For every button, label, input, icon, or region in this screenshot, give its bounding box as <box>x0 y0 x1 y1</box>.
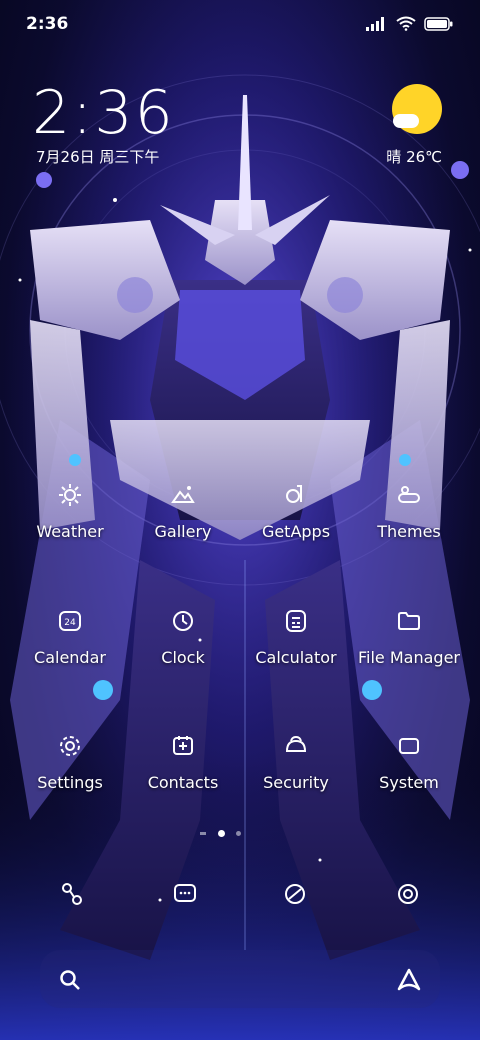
app-calculator[interactable]: Calculator <box>241 608 351 667</box>
weather-label: 晴 26℃ <box>386 148 442 166</box>
app-label: Themes <box>377 522 441 541</box>
security-icon <box>285 735 307 752</box>
page-indicator[interactable] <box>196 828 256 840</box>
assistant-icon[interactable] <box>396 967 422 993</box>
app-label: File Manager <box>358 648 460 667</box>
app-label: Gallery <box>154 522 212 541</box>
themes-icon <box>398 486 420 503</box>
contacts-icon <box>173 736 193 755</box>
camera-icon <box>398 884 418 904</box>
app-calendar[interactable]: 24 Calendar <box>15 608 125 667</box>
wifi-icon <box>396 16 416 31</box>
calculator-icon <box>286 610 306 632</box>
app-label: Calendar <box>34 648 106 667</box>
app-themes[interactable]: Themes <box>354 482 464 541</box>
page-dot <box>200 832 206 835</box>
calendar-badge: 24 <box>64 618 76 628</box>
calendar-icon: 24 <box>59 611 81 631</box>
dock-browser[interactable] <box>275 874 315 914</box>
weather-icon <box>59 484 81 506</box>
folder-icon <box>398 612 420 630</box>
messages-icon <box>174 884 196 902</box>
phone-icon <box>62 883 82 905</box>
gallery-icon <box>171 486 195 503</box>
app-label: Contacts <box>147 773 219 792</box>
date-label: 7月26日 周三下午 <box>36 148 160 166</box>
search-dock[interactable] <box>40 950 440 1008</box>
dock-messages[interactable] <box>165 874 205 914</box>
app-system[interactable]: System <box>354 733 464 792</box>
browser-icon <box>285 884 305 904</box>
app-label: System <box>379 773 439 792</box>
page-dot <box>236 831 241 836</box>
app-label: Security <box>263 773 329 792</box>
dock-phone[interactable] <box>52 874 92 914</box>
battery-icon <box>424 16 453 31</box>
app-getapps[interactable]: GetApps <box>241 482 351 541</box>
signal-icon <box>366 16 384 31</box>
dock-camera[interactable] <box>388 874 428 914</box>
getapps-icon <box>286 485 302 503</box>
status-bar: 2:36 <box>0 0 480 50</box>
cloud-shape <box>393 114 419 128</box>
gear-icon <box>60 736 80 756</box>
status-time: 2:36 <box>26 14 69 34</box>
app-clock[interactable]: Clock <box>128 608 238 667</box>
app-contacts[interactable]: Contacts <box>128 733 238 792</box>
clock-icon <box>173 611 193 631</box>
system-icon <box>399 738 419 754</box>
app-label: Calculator <box>255 648 337 667</box>
app-label: Clock <box>161 648 205 667</box>
page-dot-active <box>218 830 225 837</box>
app-gallery[interactable]: Gallery <box>128 482 238 541</box>
app-label: GetApps <box>261 522 331 541</box>
app-weather[interactable]: Weather <box>15 482 125 541</box>
clock-widget-time[interactable]: 2:36 <box>32 78 175 148</box>
app-label: Weather <box>36 522 104 541</box>
app-settings[interactable]: Settings <box>15 733 125 792</box>
app-label: Settings <box>37 773 103 792</box>
app-file-manager[interactable]: File Manager <box>354 608 464 667</box>
system-icons <box>366 16 454 31</box>
search-icon[interactable] <box>58 968 82 992</box>
app-security[interactable]: Security <box>241 733 351 792</box>
